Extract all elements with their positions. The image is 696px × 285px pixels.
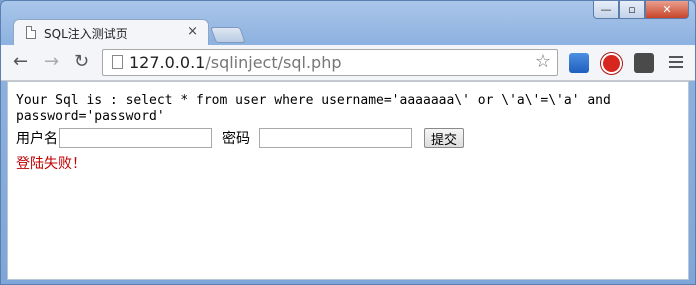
login-form: 用户名 密码 提交 — [16, 128, 465, 148]
close-tab-icon[interactable]: × — [187, 24, 198, 39]
stop-extension-icon[interactable] — [601, 53, 622, 74]
login-failed-message: 登陆失败！ — [16, 156, 86, 172]
submit-button[interactable]: 提交 — [424, 128, 465, 148]
url-text[interactable]: 127.0.0.1/sqlinject/sql.php — [129, 53, 341, 72]
evernote-extension-icon[interactable] — [634, 53, 654, 73]
tab-title: SQL注入测试页 — [44, 27, 128, 41]
username-input[interactable] — [59, 128, 212, 148]
tab-strip: SQL注入测试页 × — [1, 15, 695, 45]
tab-sql-test[interactable]: SQL注入测试页 × — [13, 19, 209, 45]
bookmark-star-icon[interactable]: ☆ — [535, 51, 551, 72]
url-path: /sqlinject/sql.php — [205, 53, 342, 72]
new-tab-button[interactable] — [210, 27, 246, 43]
chrome-menu-icon[interactable] — [669, 53, 683, 71]
reload-icon[interactable]: ↻ — [74, 51, 89, 72]
username-label: 用户名 — [16, 131, 58, 147]
page-icon — [112, 55, 123, 69]
forward-icon[interactable]: → — [44, 51, 59, 72]
page-content: Your Sql is : select * from user where u… — [7, 81, 689, 280]
password-input[interactable] — [259, 128, 412, 148]
sql-query-text: Your Sql is : select * from user where u… — [16, 93, 611, 124]
address-bar[interactable]: 127.0.0.1/sqlinject/sql.php ☆ — [102, 49, 558, 76]
screen-share-extension-icon[interactable] — [569, 53, 589, 73]
page-icon — [26, 26, 36, 39]
back-icon[interactable]: ← — [13, 51, 28, 72]
password-label: 密码 — [222, 131, 250, 147]
toolbar: ← → ↻ 127.0.0.1/sqlinject/sql.php ☆ — [1, 45, 695, 81]
browser-window: — ▫ ✕ SQL注入测试页 × ← → ↻ 127.0.0.1/sqlinje… — [0, 0, 696, 285]
url-host: 127.0.0.1 — [129, 53, 206, 72]
